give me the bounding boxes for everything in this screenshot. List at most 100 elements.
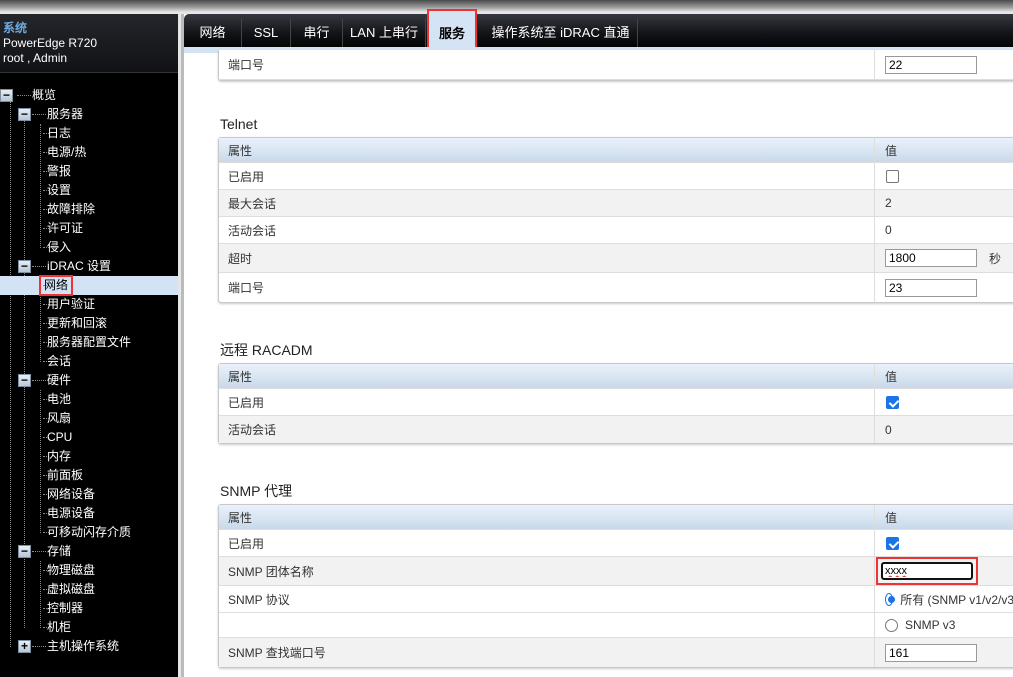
tree-item[interactable]: − iDRAC 设置 [0, 257, 178, 276]
snmp-protocol-v3-radio[interactable] [885, 618, 898, 632]
tree-item[interactable]: 网络 [0, 275, 178, 296]
tree-item[interactable]: 设置 [0, 181, 178, 200]
tree-item[interactable]: + 主机操作系统 [0, 637, 178, 656]
tree-item[interactable]: 风扇 [0, 409, 178, 428]
tree-item-label: iDRAC 设置 [47, 259, 112, 273]
tree-item[interactable]: CPU [0, 428, 178, 447]
tab-ssl[interactable]: SSL [242, 18, 291, 47]
tree-item[interactable]: 电源/热 [0, 143, 178, 162]
collapse-icon[interactable]: − [18, 545, 31, 558]
tree-item[interactable]: 前面板 [0, 466, 178, 485]
tab-label: SSL [253, 25, 279, 40]
telnet-table: 属性 值 已启用 最大会话 2 活动会话 0 超时 秒 端口号 [218, 137, 1013, 303]
tree-item-label: 服务器 [47, 107, 84, 121]
tree-item-label: CPU [47, 430, 73, 444]
tab-label: 操作系统至 iDRAC 直通 [491, 25, 630, 40]
value-header: 值 [874, 505, 1013, 529]
tree-item-label: 存储 [47, 544, 72, 558]
snmp-enabled-label: 已启用 [228, 536, 265, 551]
tree-item[interactable]: 警报 [0, 162, 178, 181]
table-row: 活动会话 0 [219, 217, 1013, 244]
tree-item[interactable]: 会话 [0, 352, 178, 371]
tree-item[interactable]: − 硬件 [0, 371, 178, 390]
snmp-discovery-port-input[interactable] [885, 643, 977, 662]
tree-item-label: 日志 [47, 126, 72, 140]
snmp-community-input[interactable] [881, 562, 973, 580]
tree-item-label: 虚拟磁盘 [47, 582, 96, 596]
tree-item-label: 内存 [47, 449, 72, 463]
tree-item-label: 警报 [47, 164, 72, 178]
tree-item[interactable]: 故障排除 [0, 200, 178, 219]
tree-item[interactable]: 网络设备 [0, 485, 178, 504]
collapse-icon[interactable]: − [18, 108, 31, 121]
racadm-table: 属性 值 已启用 活动会话 0 [218, 363, 1013, 444]
tree-item[interactable]: 许可证 [0, 219, 178, 238]
tree-item[interactable]: − 存储 [0, 542, 178, 561]
table-row: 最大会话 2 [219, 190, 1013, 217]
collapse-icon[interactable]: − [18, 260, 31, 273]
telnet-enabled-label: 已启用 [228, 169, 265, 184]
collapse-icon[interactable]: − [18, 374, 31, 387]
tree-item[interactable]: − 服务器 [0, 105, 178, 124]
tree-item-label: 会话 [47, 354, 72, 368]
table-row: SNMP 协议 所有 (SNMP v1/v2/v3) [219, 586, 1013, 613]
telnet-section-title: Telnet [220, 116, 258, 132]
ssh-port-label: 端口号 [228, 58, 265, 72]
tab-label: 服务 [438, 26, 465, 41]
snmp-protocol-all-label[interactable]: 所有 (SNMP v1/v2/v3) [900, 591, 1013, 608]
tree-item[interactable]: 服务器配置文件 [0, 333, 178, 352]
property-header: 属性 [228, 369, 253, 384]
snmp-discovery-port-label: SNMP 查找端口号 [228, 646, 326, 660]
tab-serial[interactable]: 串行 [291, 18, 343, 47]
tree-item[interactable]: 电池 [0, 390, 178, 409]
table-row: SNMP v3 [219, 613, 1013, 638]
tab-serial-over-lan[interactable]: LAN 上串行 [343, 18, 426, 47]
telnet-timeout-input[interactable] [885, 249, 977, 267]
snmp-enabled-checkbox[interactable] [886, 536, 899, 550]
racadm-active-sessions-value: 0 [874, 416, 1013, 443]
tree-item[interactable]: 日志 [0, 124, 178, 143]
tree-item[interactable]: 内存 [0, 447, 178, 466]
tree-item[interactable]: 可移动闪存介质 [0, 523, 178, 542]
tree-item-label: 故障排除 [47, 202, 96, 216]
tree-item[interactable]: − 概览 [0, 86, 178, 105]
racadm-enabled-checkbox[interactable] [886, 395, 899, 409]
tree-item[interactable]: 机柜 [0, 618, 178, 637]
table-header-row: 属性 值 [219, 505, 1013, 530]
collapse-icon[interactable]: − [0, 89, 13, 102]
ssh-port-input[interactable] [885, 55, 977, 74]
window-top-strip [0, 0, 1013, 12]
snmp-table: 属性 值 已启用 SNMP 团体名称 SNMP 协议 所有 (SNMP v1/v… [218, 504, 1013, 668]
expand-icon[interactable]: + [18, 640, 31, 653]
tree-item-label: 电池 [47, 392, 72, 406]
tree-connector [32, 114, 46, 115]
snmp-protocol-v3-label[interactable]: SNMP v3 [905, 618, 955, 632]
telnet-port-input[interactable] [885, 278, 977, 297]
property-header: 属性 [228, 510, 253, 525]
tree-item[interactable]: 用户验证 [0, 295, 178, 314]
system-user: root , Admin [3, 51, 68, 65]
tree-item[interactable]: 虚拟磁盘 [0, 580, 178, 599]
tree-item-label: 网络 [38, 275, 74, 296]
telnet-port-label: 端口号 [228, 281, 265, 295]
tree-item-label: 用户验证 [47, 297, 96, 311]
table-row: 已启用 [219, 163, 1013, 190]
tree-item[interactable]: 物理磁盘 [0, 561, 178, 580]
table-row: 已启用 [219, 389, 1013, 416]
telnet-active-sessions-label: 活动会话 [228, 223, 277, 238]
tree-item[interactable]: 侵入 [0, 238, 178, 257]
table-row: 活动会话 0 [219, 416, 1013, 443]
table-header-row: 属性 值 [219, 364, 1013, 389]
tab-network[interactable]: 网络 [184, 18, 242, 47]
tab-services[interactable]: 服务 [427, 9, 477, 49]
tab-os-to-idrac-passthrough[interactable]: 操作系统至 iDRAC 直通 [484, 18, 638, 47]
telnet-enabled-checkbox[interactable] [886, 169, 899, 183]
tree-item[interactable]: 控制器 [0, 599, 178, 618]
racadm-active-sessions-label: 活动会话 [228, 423, 277, 437]
snmp-protocol-all-radio[interactable] [885, 592, 896, 606]
tree-item-label: 概览 [32, 88, 57, 102]
tree-item[interactable]: 电源设备 [0, 504, 178, 523]
tree-item[interactable]: 更新和回滚 [0, 314, 178, 333]
system-title[interactable]: 系统 [3, 21, 175, 36]
racadm-section-title: 远程 RACADM [220, 342, 313, 358]
